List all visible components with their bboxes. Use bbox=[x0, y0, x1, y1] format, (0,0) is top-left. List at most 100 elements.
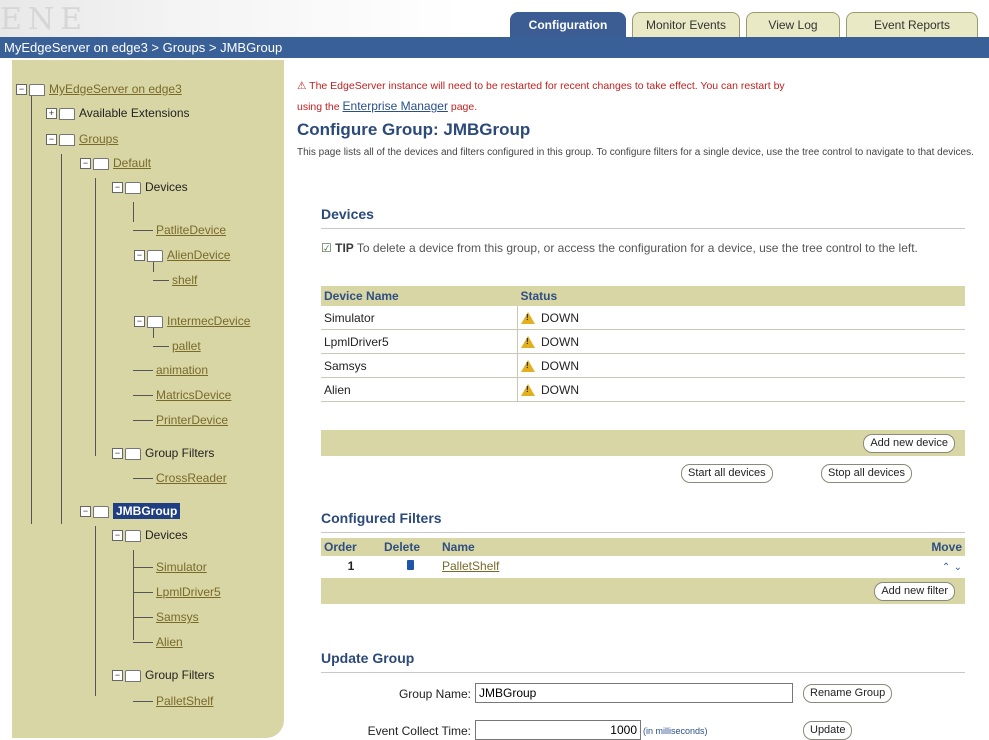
update-button[interactable]: Update bbox=[803, 721, 853, 740]
tree-item-lpml[interactable]: LpmlDriver5 bbox=[156, 583, 221, 601]
devices-button-bar: Add new device bbox=[321, 430, 965, 456]
tree-label[interactable]: PrinterDevice bbox=[156, 413, 228, 427]
collapse-icon[interactable]: − bbox=[134, 250, 145, 262]
status-text: DOWN bbox=[541, 358, 579, 373]
tab-configuration[interactable]: Configuration bbox=[510, 12, 626, 37]
warning-icon bbox=[521, 384, 535, 397]
tree-item-pallet-shelf[interactable]: PalletShelf bbox=[156, 692, 213, 710]
tree-label[interactable]: IntermecDevice bbox=[167, 314, 250, 328]
tree-label[interactable]: Groups bbox=[79, 132, 118, 146]
add-new-filter-button[interactable]: Add new filter bbox=[874, 582, 955, 601]
stop-all-devices-button[interactable]: Stop all devices bbox=[821, 464, 913, 483]
device-name: Samsys bbox=[321, 353, 518, 378]
tree-label: Devices bbox=[145, 180, 188, 194]
event-collect-time-input[interactable] bbox=[475, 720, 641, 740]
tree-item-groups[interactable]: − Groups bbox=[46, 130, 118, 148]
tree-item-intermec[interactable]: − IntermecDevice bbox=[134, 312, 250, 330]
folder-icon bbox=[125, 529, 141, 542]
tree-item-jmb-devices[interactable]: − Devices bbox=[112, 526, 188, 544]
folder-icon bbox=[93, 505, 109, 518]
devices-table-header: Device Name Status bbox=[321, 286, 965, 306]
divider bbox=[321, 532, 965, 533]
col-device-name: Device Name bbox=[321, 286, 518, 306]
enterprise-manager-link[interactable]: Enterprise Manager bbox=[343, 99, 448, 113]
filters-button-bar: Add new filter bbox=[321, 578, 965, 604]
collapse-icon[interactable]: − bbox=[112, 670, 123, 682]
tree-item-samsys[interactable]: Samsys bbox=[156, 608, 199, 626]
tree-item-alien-device[interactable]: − AlienDevice bbox=[134, 246, 230, 264]
tree-label[interactable]: AlienDevice bbox=[167, 248, 230, 262]
page-title: Configure Group: JMBGroup bbox=[297, 120, 531, 139]
tree-item-jmb-group-filters[interactable]: − Group Filters bbox=[112, 666, 214, 684]
collapse-icon[interactable]: − bbox=[80, 158, 91, 170]
tree-label[interactable]: LpmlDriver5 bbox=[156, 585, 221, 599]
tab-monitor-events[interactable]: Monitor Events bbox=[632, 12, 740, 37]
collapse-icon[interactable]: − bbox=[112, 182, 123, 194]
device-name: LpmlDriver5 bbox=[321, 329, 518, 354]
tree-item-shelf[interactable]: shelf bbox=[172, 271, 197, 289]
tree-item-pallet[interactable]: pallet bbox=[172, 337, 201, 355]
tree-label[interactable]: MatricsDevice bbox=[156, 388, 231, 402]
restart-warning: ⚠ The EdgeServer instance will need to b… bbox=[297, 76, 987, 117]
tree-item-simulator[interactable]: Simulator bbox=[156, 558, 207, 576]
add-new-device-button[interactable]: Add new device bbox=[863, 434, 955, 453]
tree-label[interactable]: Samsys bbox=[156, 610, 199, 624]
tree-item-default[interactable]: − Default bbox=[80, 154, 151, 172]
tree-label[interactable]: pallet bbox=[172, 339, 201, 353]
group-name-input[interactable] bbox=[475, 683, 793, 703]
tree-item-alien[interactable]: Alien bbox=[156, 633, 183, 651]
tree-item-group-filters[interactable]: − Group Filters bbox=[112, 444, 214, 462]
tree-item-available-extensions[interactable]: + Available Extensions bbox=[46, 104, 190, 122]
tree-item-root[interactable]: − MyEdgeServer on edge3 bbox=[16, 80, 182, 98]
expand-icon[interactable]: + bbox=[46, 108, 57, 120]
tree-label[interactable]: CrossReader bbox=[156, 471, 227, 485]
trash-icon[interactable] bbox=[406, 560, 414, 570]
folder-icon bbox=[125, 181, 141, 194]
tree-item-animation[interactable]: animation bbox=[156, 361, 208, 379]
tree-label[interactable]: Default bbox=[113, 156, 151, 170]
tree-item-cross-reader[interactable]: CrossReader bbox=[156, 469, 227, 487]
tip-label: TIP bbox=[335, 241, 354, 255]
navigation-tree: − MyEdgeServer on edge3 + Available Extens… bbox=[12, 60, 284, 738]
tree-label[interactable]: Simulator bbox=[156, 560, 207, 574]
tree-item-matrics[interactable]: MatricsDevice bbox=[156, 386, 231, 404]
rename-group-button[interactable]: Rename Group bbox=[803, 684, 893, 703]
tree-label[interactable]: Alien bbox=[156, 635, 183, 649]
divider bbox=[321, 228, 965, 229]
tip-icon: ☑ bbox=[321, 241, 332, 255]
tree-item-devices[interactable]: − Devices bbox=[112, 178, 188, 196]
device-name: Alien bbox=[321, 377, 518, 402]
move-up-icon[interactable]: ⌃ bbox=[942, 562, 950, 573]
top-banner: ENE Configuration Monitor Events View Lo… bbox=[0, 0, 989, 38]
collapse-icon[interactable]: − bbox=[46, 134, 57, 146]
collapse-icon[interactable]: − bbox=[112, 530, 123, 542]
logo: ENE bbox=[0, 0, 460, 38]
tab-event-reports[interactable]: Event Reports bbox=[846, 12, 978, 37]
divider bbox=[321, 672, 965, 673]
device-status: DOWN bbox=[517, 329, 965, 354]
tree-item-patlite[interactable]: PatliteDevice bbox=[156, 221, 226, 239]
tree-label-selected[interactable]: JMBGroup bbox=[113, 503, 181, 519]
tree-item-printer[interactable]: PrinterDevice bbox=[156, 411, 228, 429]
tree-item-jmbgroup[interactable]: − JMBGroup bbox=[80, 502, 181, 520]
filter-name-cell: PalletShelf bbox=[439, 556, 909, 576]
collapse-icon[interactable]: − bbox=[80, 506, 91, 518]
group-name-label: Group Name: bbox=[398, 687, 471, 701]
main-content: ⚠ The EdgeServer instance will need to b… bbox=[297, 60, 989, 740]
tree-label[interactable]: PalletShelf bbox=[156, 694, 213, 708]
start-all-devices-button[interactable]: Start all devices bbox=[681, 464, 773, 483]
move-down-icon[interactable]: ⌄ bbox=[954, 562, 962, 573]
tab-view-log[interactable]: View Log bbox=[746, 12, 840, 37]
collapse-icon[interactable]: − bbox=[16, 84, 27, 96]
filter-name-link[interactable]: PalletShelf bbox=[442, 559, 499, 573]
tree-label[interactable]: animation bbox=[156, 363, 208, 377]
tree-label[interactable]: MyEdgeServer on edge3 bbox=[49, 82, 182, 96]
folder-icon bbox=[29, 83, 45, 96]
tree-label[interactable]: PatliteDevice bbox=[156, 223, 226, 237]
collapse-icon[interactable]: − bbox=[134, 316, 145, 328]
tree-label[interactable]: shelf bbox=[172, 273, 197, 287]
col-delete: Delete bbox=[381, 538, 439, 556]
collapse-icon[interactable]: − bbox=[112, 448, 123, 460]
status-text: DOWN bbox=[541, 310, 579, 325]
folder-icon bbox=[125, 447, 141, 460]
